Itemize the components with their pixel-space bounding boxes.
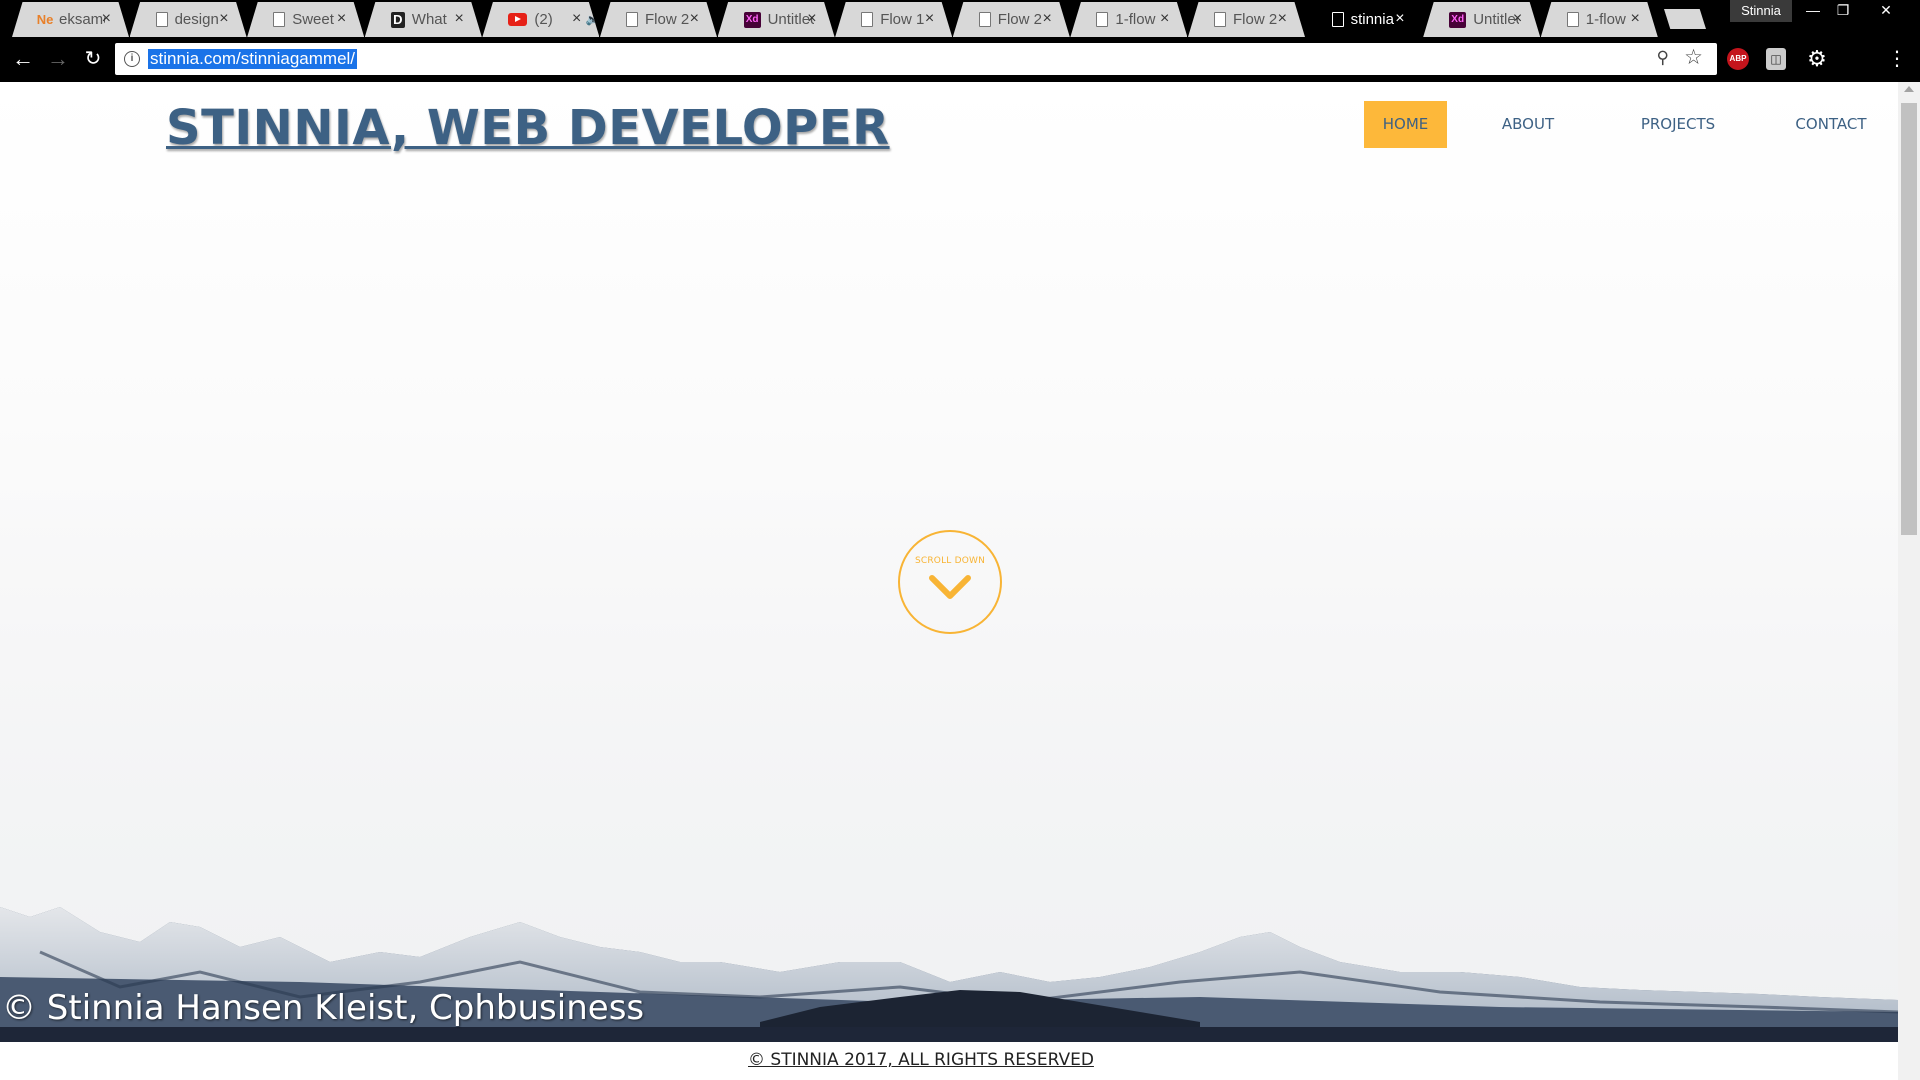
restore-window-button[interactable]: ❐ xyxy=(1830,0,1856,22)
browser-tab[interactable]: 1-flow × xyxy=(1540,2,1658,37)
tab-title: stinnia xyxy=(1350,11,1394,28)
nav-contact[interactable]: CONTACT xyxy=(1781,101,1881,148)
youtube-icon xyxy=(508,13,528,26)
document-icon xyxy=(861,12,874,27)
bookmark-star-icon[interactable]: ☆ xyxy=(1684,45,1703,70)
new-tab-button[interactable] xyxy=(1664,9,1706,29)
adblock-plus-icon[interactable]: ABP xyxy=(1727,48,1749,70)
tab-close-icon[interactable]: × xyxy=(1513,10,1522,28)
tab-close-icon[interactable]: × xyxy=(219,10,228,28)
page-scrollbar[interactable] xyxy=(1898,82,1920,1080)
browser-tab[interactable]: Flow 1 × xyxy=(835,2,953,37)
tab-close-icon[interactable]: × xyxy=(1160,10,1169,28)
info-icon[interactable]: i xyxy=(124,51,140,67)
document-icon xyxy=(626,12,638,27)
scroll-down-button[interactable]: SCROLL DOWN xyxy=(898,530,1002,634)
reload-icon[interactable]: ↻ xyxy=(79,45,107,73)
tab-title: Flow 2 xyxy=(1233,11,1278,28)
browser-tab[interactable]: Flow 2 × xyxy=(600,2,717,37)
tab-title: eksamen xyxy=(59,11,105,28)
scroll-down-label: SCROLL DOWN xyxy=(914,556,986,566)
adobe-xd-icon: Xd xyxy=(743,11,761,28)
document-icon xyxy=(273,12,286,27)
browser-toolbar: ← → ↻ i stinnia.com/stinniagammel/ ⚲ ☆ A… xyxy=(0,37,1920,82)
tab-close-icon[interactable]: × xyxy=(807,10,816,28)
tab-close-icon[interactable]: × xyxy=(925,10,934,28)
url-text[interactable]: stinnia.com/stinniagammel/ xyxy=(148,49,358,69)
tab-close-icon[interactable]: × xyxy=(1395,10,1404,28)
browser-tab[interactable]: Xd Untitled × xyxy=(1423,2,1541,37)
site-header: STINNIA, WEB DEVELOPER HOME ABOUT PROJEC… xyxy=(0,82,1898,182)
site-footer: © STINNIA 2017, ALL RIGHTS RESERVED xyxy=(0,1042,1898,1080)
tab-title: Flow 2 xyxy=(997,11,1042,28)
tab-close-icon[interactable]: × xyxy=(1630,10,1639,28)
tab-title: design xyxy=(174,11,219,28)
browser-menu-icon[interactable]: ⋮ xyxy=(1887,48,1907,70)
nav-about[interactable]: ABOUT xyxy=(1488,101,1568,148)
minimize-window-button[interactable]: — xyxy=(1800,0,1826,22)
tab-strip: Neeksamen×design×Sweet×DWhat×(2)🔈×Flow 2… xyxy=(0,0,1920,37)
browser-tab[interactable]: Ne eksamen× xyxy=(12,2,129,37)
document-icon xyxy=(1331,12,1344,27)
adobe-xd-icon: Xd xyxy=(1449,11,1467,28)
hero-section: STINNIA, WEB DEVELOPER HOME ABOUT PROJEC… xyxy=(0,82,1898,1042)
zoom-icon[interactable]: ⚲ xyxy=(1657,48,1669,68)
document-icon xyxy=(1096,12,1109,27)
tab-title: Flow 2 xyxy=(645,11,690,28)
tab-title: 1-flow xyxy=(1585,11,1626,28)
extension-shield-icon[interactable]: ◫ xyxy=(1766,48,1786,70)
chevron-down-icon xyxy=(929,575,971,599)
tab-title: What xyxy=(411,11,447,28)
document-icon xyxy=(155,12,168,27)
browser-tab[interactable]: Flow 2 × xyxy=(1188,2,1305,37)
page-viewport: STINNIA, WEB DEVELOPER HOME ABOUT PROJEC… xyxy=(0,82,1920,1080)
browser-tab[interactable]: Xd Untitled × xyxy=(717,2,835,37)
browser-tab[interactable]: D What × xyxy=(364,2,482,37)
extension-gear-icon[interactable]: ⚙ xyxy=(1806,48,1828,70)
browser-tab[interactable]: Flow 2 × xyxy=(952,2,1070,37)
tab-title: Flow 1 xyxy=(880,11,925,28)
footer-copyright[interactable]: © STINNIA 2017, ALL RIGHTS RESERVED xyxy=(748,1050,1094,1070)
tab-close-icon[interactable]: × xyxy=(1278,10,1287,28)
scroll-up-arrow-icon[interactable] xyxy=(1904,86,1914,92)
photo-credit: © Stinnia Hansen Kleist, Cphbusiness xyxy=(2,988,645,1028)
address-bar[interactable]: i stinnia.com/stinniagammel/ ⚲ ☆ xyxy=(115,43,1717,75)
nav-projects[interactable]: PROJECTS xyxy=(1622,101,1734,148)
scrollbar-thumb[interactable] xyxy=(1901,103,1917,535)
tab-close-icon[interactable]: × xyxy=(1042,10,1051,28)
document-icon xyxy=(1566,12,1579,27)
tab-title: 1-flow xyxy=(1115,11,1156,28)
document-icon xyxy=(978,12,991,27)
browser-tab[interactable]: stinnia × xyxy=(1305,2,1423,37)
tab-audio-icon[interactable]: 🔈 xyxy=(586,13,600,26)
nav-home[interactable]: HOME xyxy=(1364,101,1447,148)
orange-logo-icon: Ne xyxy=(36,12,54,27)
forward-arrow-icon[interactable]: → xyxy=(44,45,72,73)
main-navigation: HOME ABOUT PROJECTS CONTACT xyxy=(0,101,1898,149)
back-arrow-icon[interactable]: ← xyxy=(9,45,37,73)
browser-tab[interactable]: Sweet × xyxy=(247,2,365,37)
tab-title: Sweet xyxy=(292,11,334,28)
tab-close-icon[interactable]: × xyxy=(690,10,699,28)
tab-close-icon[interactable]: × xyxy=(337,10,346,28)
tab-close-icon[interactable]: × xyxy=(454,10,463,28)
browser-tab[interactable]: design × xyxy=(129,2,247,37)
document-icon xyxy=(1214,12,1226,27)
close-window-button[interactable]: ✕ xyxy=(1862,0,1910,22)
browser-tab[interactable]: 1-flow × xyxy=(1070,2,1188,37)
tab-close-icon[interactable]: × xyxy=(572,10,581,28)
tab-close-icon[interactable]: × xyxy=(102,10,111,28)
dark-logo-icon: D xyxy=(390,11,405,28)
profile-button[interactable]: Stinnia xyxy=(1730,0,1792,22)
browser-tab[interactable]: (2) 🔈 × xyxy=(482,2,600,37)
